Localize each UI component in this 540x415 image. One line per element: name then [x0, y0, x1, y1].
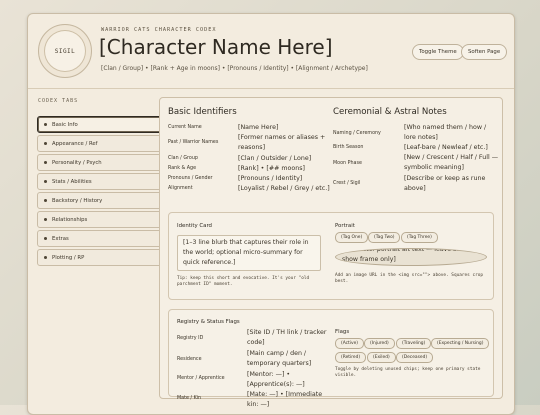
field-value[interactable]: [Name Here] [238, 123, 333, 133]
portrait-tag[interactable]: (Tag Two) [368, 232, 401, 243]
tab-label: Appearance / Ref [52, 140, 98, 147]
basic-info-panel: Basic Identifiers Current Name [Name Her… [159, 97, 503, 408]
astral-notes-title: Ceremonial & Astral Notes [333, 107, 447, 117]
bullet-icon [44, 256, 47, 259]
field-label: Pronouns / Gender [168, 176, 213, 181]
bullet-icon [44, 218, 47, 221]
field-value[interactable]: [Former names or aliases + reasons] [238, 133, 333, 153]
field-value[interactable]: [Pronouns / Identity] [238, 174, 333, 184]
identity-tip: Tip: keep this short and evocative. It's… [177, 276, 310, 287]
flags-note: Toggle by deleting unused chips; keep on… [335, 367, 481, 378]
field-label: Mentor / Apprentice [177, 376, 225, 381]
sidebar-title: CODEX TABS [38, 98, 79, 104]
toggle-theme-button[interactable]: Toggle Theme [412, 44, 464, 60]
portrait-tag[interactable]: (Tag Three) [401, 232, 438, 243]
tab-label: Relationships [52, 216, 88, 223]
flag-chip-retired[interactable]: (Retired) [335, 352, 367, 363]
field-value[interactable]: [Leaf-bare / Newleaf / etc.] [404, 143, 499, 153]
codex-window: SIGIL WARRIOR CATS CHARACTER CODEX [Char… [27, 13, 515, 415]
tab-label: Personality / Psych [52, 159, 102, 166]
tab-plotting[interactable]: Plotting / RP [37, 249, 165, 266]
tab-stats[interactable]: Stats / Abilities [37, 173, 165, 190]
flag-chip-deceased[interactable]: (Deceased) [396, 352, 434, 363]
bullet-icon [44, 237, 47, 240]
field-label: Alignment [168, 186, 193, 191]
basic-identifiers-title: Basic Identifiers [168, 107, 237, 117]
field-label: Residence [177, 357, 202, 362]
character-subtitle: [Clan / Group] • [Rank + Age in moons] •… [101, 65, 368, 72]
flag-chip-active[interactable]: (Active) [335, 338, 365, 349]
sigil-text: SIGIL [54, 47, 76, 55]
registry-card: Registry & Status Flags Registry ID [Sit… [168, 309, 494, 408]
flag-chip-injured[interactable]: (Injured) [364, 338, 395, 349]
portrait-title: Portrait [335, 223, 355, 229]
tab-label: Basic Info [52, 121, 78, 128]
sigil-emblem: SIGIL [38, 24, 92, 78]
tab-label: Plotting / RP [52, 254, 85, 261]
tab-basic-info[interactable]: Basic Info [37, 116, 165, 133]
field-value[interactable]: [Rank] • [## moons] [238, 164, 333, 174]
portrait-alt-text: [Character portrait alt text — leave bla… [342, 248, 479, 263]
field-label: Birth Season [333, 145, 364, 150]
field-label: Mate / Kin [177, 396, 202, 401]
field-value[interactable]: [Describe or keep as rune above] [404, 174, 499, 194]
bullet-icon [44, 180, 47, 183]
flag-chip-exiled[interactable]: (Exiled) [367, 352, 396, 363]
codex-header: SIGIL WARRIOR CATS CHARACTER CODEX [Char… [28, 14, 514, 89]
tab-personality[interactable]: Personality / Psych [37, 154, 165, 171]
portrait-tag[interactable]: (Tag One) [335, 232, 369, 243]
tab-label: Stats / Abilities [52, 178, 92, 185]
field-value[interactable]: [Mate: —] • [Immediate kin: —] [247, 390, 329, 410]
character-name: [Character Name Here] [99, 35, 333, 59]
field-label: Naming / Ceremony [333, 131, 381, 136]
bullet-icon [44, 161, 47, 164]
bullet-icon [44, 199, 47, 202]
field-label: Past / Warrior Names [168, 140, 219, 145]
field-value[interactable]: [Mentor: —] • [Apprentice(s): —] [247, 370, 329, 390]
bullet-icon [44, 142, 47, 145]
tab-appearance[interactable]: Appearance / Ref [37, 135, 165, 152]
field-value[interactable]: [Main camp / den / temporary quarters] [247, 349, 329, 369]
portrait-frame[interactable]: [Character portrait alt text — leave bla… [335, 248, 487, 266]
flags-title: Flags [335, 329, 350, 335]
tab-label: Extras [52, 235, 69, 242]
field-label: Registry ID [177, 336, 204, 341]
field-label: Current Name [168, 125, 202, 130]
field-value[interactable]: [Site ID / TH link / tracker code] [247, 328, 329, 348]
field-label: Crest / Sigil [333, 181, 361, 186]
field-value[interactable]: [Who named them / how / lore notes] [404, 123, 499, 143]
soften-page-button[interactable]: Soften Page [461, 44, 508, 60]
tab-extras[interactable]: Extras [37, 230, 165, 247]
flag-chip-expecting[interactable]: (Expecting / Nursing) [431, 338, 490, 349]
flag-chip-traveling[interactable]: (Traveling) [396, 338, 432, 349]
portrait-note: Add an image URL in the <img src=""> abo… [335, 273, 484, 284]
field-value[interactable]: [Loyalist / Rebel / Grey / etc.] [238, 184, 333, 194]
identity-card-title: Identity Card [177, 223, 212, 229]
bullet-icon [44, 123, 47, 126]
tab-label: Backstory / History [52, 197, 103, 204]
field-value[interactable]: [New / Crescent / Half / Full — symbolic… [404, 153, 499, 173]
field-value[interactable]: [Clan / Outsider / Lone] [238, 154, 333, 164]
identity-card: Identity Card [1–3 line blurb that captu… [168, 212, 494, 300]
field-label: Moon Phase [333, 161, 362, 166]
identity-blurb[interactable]: [1–3 line blurb that captures their role… [177, 235, 321, 271]
tab-backstory[interactable]: Backstory / History [37, 192, 165, 209]
registry-title: Registry & Status Flags [177, 319, 240, 325]
codex-label: WARRIOR CATS CHARACTER CODEX [101, 27, 217, 33]
field-label: Clan / Group [168, 156, 198, 161]
tab-relationships[interactable]: Relationships [37, 211, 165, 228]
field-label: Rank & Age [168, 166, 197, 171]
